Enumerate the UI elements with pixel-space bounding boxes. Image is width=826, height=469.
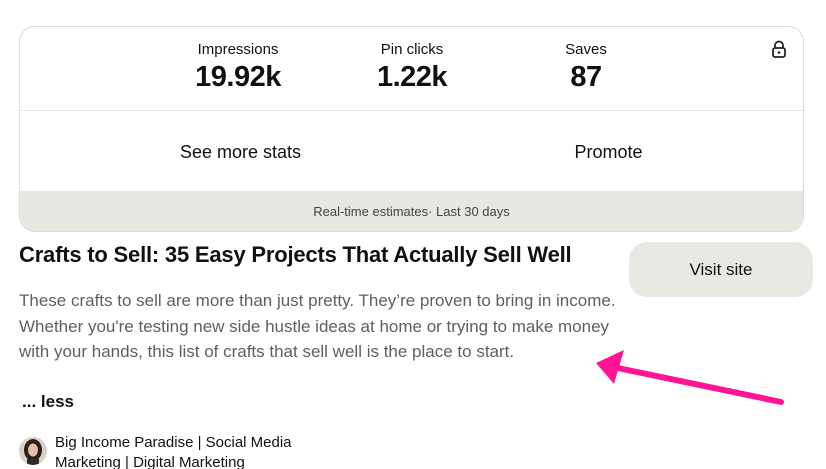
pin-description: These crafts to sell are more than just … bbox=[19, 291, 616, 362]
visit-site-button[interactable]: Visit site bbox=[629, 242, 813, 297]
metric-value: 1.22k bbox=[376, 61, 448, 93]
metrics-row: Impressions 19.92k Pin clicks 1.22k Save… bbox=[20, 27, 803, 111]
metric-label: Pin clicks bbox=[380, 41, 444, 58]
promote-button[interactable]: Promote bbox=[412, 111, 803, 193]
actions-row: See more stats Promote bbox=[20, 111, 803, 193]
metric-impressions: Impressions 19.92k bbox=[158, 41, 318, 93]
creator-name[interactable]: Big Income Paradise | Social Media Marke… bbox=[55, 433, 355, 469]
avatar[interactable] bbox=[19, 437, 47, 465]
stats-card: Impressions 19.92k Pin clicks 1.22k Save… bbox=[19, 26, 804, 232]
see-more-stats-button[interactable]: See more stats bbox=[20, 111, 461, 193]
metric-label: Saves bbox=[565, 41, 607, 58]
lock-icon bbox=[772, 40, 786, 58]
less-link[interactable]: ... less bbox=[22, 392, 74, 412]
metric-label: Impressions bbox=[197, 41, 279, 58]
estimates-note: Real-time estimates· Last 30 days bbox=[20, 191, 803, 231]
metric-value: 19.92k bbox=[195, 61, 281, 93]
pin-title: Crafts to Sell: 35 Easy Projects That Ac… bbox=[19, 242, 572, 267]
avatar-image-icon bbox=[19, 437, 47, 465]
metric-value: 87 bbox=[570, 61, 602, 93]
metric-saves: Saves 87 bbox=[506, 41, 666, 93]
metric-pin-clicks: Pin clicks 1.22k bbox=[332, 41, 492, 93]
